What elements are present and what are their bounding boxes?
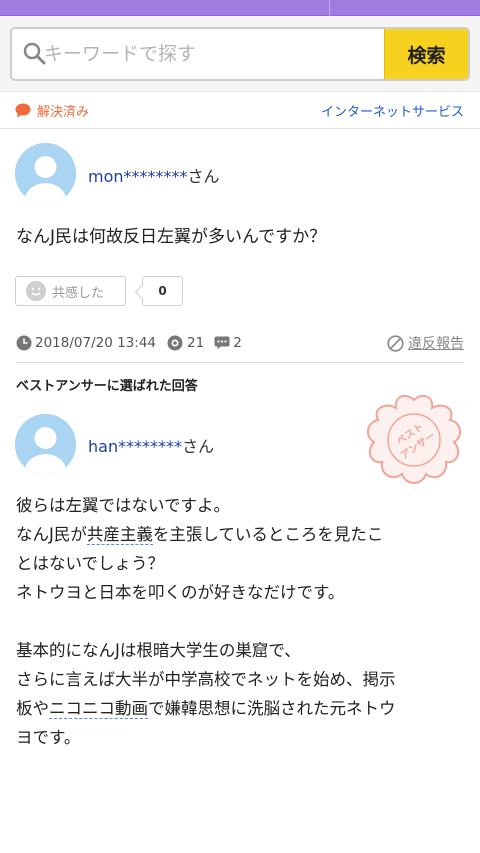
prohibited-icon — [387, 334, 404, 352]
questioner-avatar[interactable] — [15, 143, 76, 204]
keyword-link[interactable]: 共産主義 — [86, 525, 153, 545]
clock-icon — [16, 335, 32, 351]
questioner-name[interactable]: mon******** — [88, 167, 188, 186]
view-count: 21 — [166, 335, 204, 351]
search-area: 検索 — [0, 16, 480, 92]
questioner-username[interactable]: mon********さん — [88, 163, 220, 187]
top-bar — [0, 0, 480, 16]
post-date-text: 2018/07/20 13:44 — [35, 335, 157, 351]
category-link[interactable]: インターネットサービス — [321, 101, 464, 120]
speech-bubble-icon — [15, 103, 31, 118]
answer-line: とはないでしょう？ — [16, 554, 165, 573]
answer-text-segment: 板や — [16, 699, 49, 718]
answerer-username[interactable]: han********さん — [88, 433, 214, 457]
default-user-icon — [15, 414, 76, 475]
top-bar-divider — [329, 0, 330, 16]
report-label[interactable]: 違反報告 — [408, 333, 464, 353]
best-answer-heading: ベストアンサーに選ばれた回答 — [16, 379, 198, 394]
resolved-badge: 解決済み — [15, 101, 89, 120]
empathy-count: 0 — [142, 276, 183, 306]
comment-icon — [214, 336, 230, 350]
answerer-avatar[interactable] — [15, 414, 76, 475]
status-row: 解決済み インターネットサービス — [0, 92, 480, 129]
answerer-name[interactable]: han******** — [88, 437, 182, 456]
search-box: 検索 — [10, 27, 470, 81]
best-answer-text: 彼らは左翼ではないですよ。 なんJ民が共産主義を主張しているところを見たこ とは… — [16, 491, 466, 752]
answer-text-segment: なんJ民が — [16, 525, 87, 544]
answer-line: 基本的になんJは根暗大学生の巣窟で、 — [16, 641, 301, 660]
eye-icon — [167, 335, 183, 351]
answer-count-text: 2 — [233, 335, 242, 351]
answer-line: 板やニコニコ動画で嫌韓思想に洗脳された元ネトウ — [16, 694, 466, 723]
empathy-label: 共感した — [52, 285, 105, 301]
keyword-link[interactable]: ニコニコ動画 — [49, 699, 148, 719]
questioner-honorific: さん — [187, 167, 220, 186]
resolved-label: 解決済み — [37, 105, 90, 120]
search-button[interactable]: 検索 — [384, 29, 468, 79]
answer-text-segment: で嫌韓思想に洗脳された元ネトウ — [148, 699, 396, 718]
question-text: なんJ民は何故反日左翼が多いんですか？ — [16, 227, 327, 247]
answerer-honorific: さん — [182, 437, 215, 456]
answer-line: ネトウヨと日本を叩くのが好きなだけです。 — [16, 583, 345, 602]
answer-count: 2 — [214, 335, 242, 351]
best-answer-stamp: ベスト アンサー — [366, 394, 462, 484]
post-date: 2018/07/20 13:44 — [16, 335, 156, 351]
answer-line: さらに言えば大半が中学高校でネットを始め、掲示 — [16, 670, 396, 689]
search-input[interactable] — [44, 29, 384, 79]
answer-text-segment: を主張しているところを見たこ — [152, 525, 384, 544]
answer-line: 彼らは左翼ではないですよ。 — [16, 496, 231, 515]
question-meta: 2018/07/20 13:44 21 2 違反報告 — [16, 333, 464, 353]
view-count-text: 21 — [187, 335, 205, 351]
answer-line: なんJ民が共産主義を主張しているところを見たこ — [16, 520, 466, 549]
answer-line: ヨです。 — [16, 728, 81, 747]
empathy-button[interactable]: 共感した — [15, 276, 126, 306]
report-link[interactable]: 違反報告 — [387, 333, 464, 353]
smiley-icon — [26, 281, 46, 301]
default-user-icon — [15, 143, 76, 204]
section-divider — [16, 362, 464, 363]
